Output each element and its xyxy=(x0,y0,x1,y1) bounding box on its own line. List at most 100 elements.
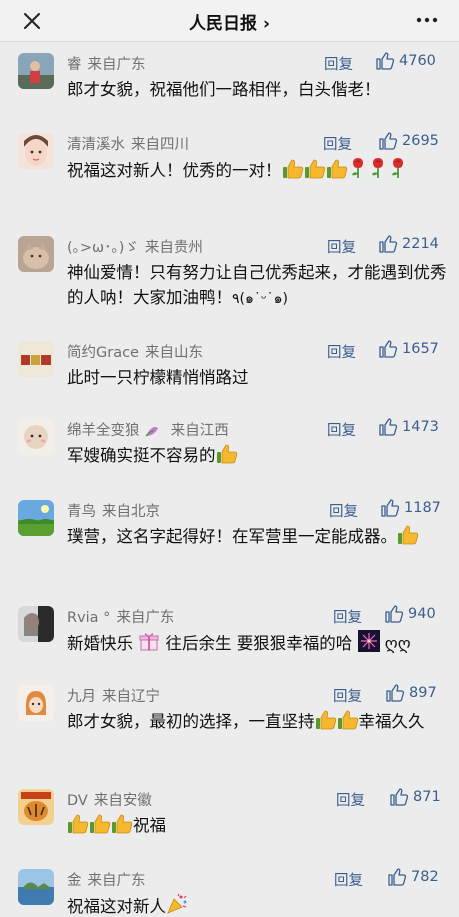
username[interactable]: 睿 xyxy=(67,57,82,73)
reply-button[interactable]: 回复 xyxy=(334,869,363,890)
thumbs-up-icon xyxy=(379,418,398,436)
thumbs-up-icon xyxy=(385,605,404,623)
thumbs-up-icon xyxy=(216,444,237,464)
rose-icon xyxy=(351,158,363,178)
reply-button[interactable]: 回复 xyxy=(333,685,362,706)
avatar[interactable] xyxy=(18,685,54,721)
avatar[interactable] xyxy=(18,869,54,905)
top-bar: 人民日报 › xyxy=(0,0,459,42)
location: 来自山东 xyxy=(144,345,203,361)
thumbs-up-icon xyxy=(379,235,398,253)
comment-text: 军嫂确实挺不容易的 xyxy=(67,443,447,468)
avatar[interactable] xyxy=(18,133,54,169)
username[interactable]: (｡>ω･｡)ゞ xyxy=(67,240,139,256)
like-count: 2214 xyxy=(402,236,439,252)
like-count: 940 xyxy=(408,606,436,622)
comment-text: 神仙爱情！只有努力让自己优秀起来，才能遇到优秀的人呐！大家加油鸭！٩(๑˙ᵕ˙๑… xyxy=(67,263,447,307)
comment-text: 祝福这对新人 xyxy=(67,893,447,917)
avatar[interactable] xyxy=(18,341,54,377)
bud-icon xyxy=(145,427,159,437)
thumbs-up-icon xyxy=(326,159,347,179)
like-count: 1657 xyxy=(402,341,439,357)
like-count: 2695 xyxy=(402,133,439,149)
comment-text: 此时一只柠檬精悄悄路过 xyxy=(67,368,249,387)
reply-button[interactable]: 回复 xyxy=(323,133,352,154)
thumbs-up-icon xyxy=(90,814,111,834)
username[interactable]: DV xyxy=(67,793,88,809)
comment-item: 清清溪水 来自四川 回复 2695 祝福这对新人！优秀的一对！ xyxy=(0,123,459,226)
reply-button[interactable]: 回复 xyxy=(324,53,353,74)
username[interactable]: 绵羊全变狼 xyxy=(67,423,140,439)
username[interactable]: Rvia ° xyxy=(67,610,110,626)
page-title[interactable]: 人民日报 › xyxy=(0,9,459,34)
thumbs-up-icon xyxy=(68,814,89,834)
location: 来自安徽 xyxy=(93,793,152,809)
comment-item: DV 来自安徽 回复 871 祝福 xyxy=(0,779,459,859)
like-count: 1187 xyxy=(404,500,441,516)
like-count: 4760 xyxy=(399,53,436,69)
avatar[interactable] xyxy=(18,419,54,455)
thumbs-up-icon xyxy=(381,499,400,517)
comment-item: Rvia ° 来自广东 回复 940 新婚快乐 往后余生 要狠狠幸福的哈 ღღ xyxy=(0,596,459,675)
comment-item: 睿来自广东 回复 4760 郎才女貌，祝福他们一路相伴，白头偕老！ xyxy=(0,43,459,123)
location: 来自四川 xyxy=(131,137,189,153)
reply-button[interactable]: 回复 xyxy=(329,500,358,521)
location: 来自广东 xyxy=(87,873,146,889)
like-count: 871 xyxy=(413,789,441,805)
thumbs-up-icon xyxy=(112,814,133,834)
thumbs-up-icon xyxy=(386,684,405,702)
comment-item: 绵羊全变狼 来自江西 回复 1473 军嫂确实挺不容易的 xyxy=(0,409,459,490)
thumbs-up-icon xyxy=(376,52,395,70)
comment-item: 金来自广东 回复 782 祝福这对新人 xyxy=(0,859,459,917)
username[interactable]: 清清溪水 xyxy=(67,137,125,153)
comment-text: 璞营，这名字起得好！在军营里一定能成器。 xyxy=(67,524,447,549)
reply-button[interactable]: 回复 xyxy=(327,341,356,362)
thumbs-up-icon xyxy=(379,340,398,358)
location: 来自辽宁 xyxy=(102,689,160,705)
rose-icon xyxy=(371,158,383,178)
location: 来自江西 xyxy=(170,423,229,439)
reply-button[interactable]: 回复 xyxy=(333,606,362,627)
username[interactable]: 金 xyxy=(67,873,82,889)
location: 来自北京 xyxy=(102,504,160,520)
like-count: 1473 xyxy=(402,419,439,435)
thumbs-up-icon xyxy=(388,868,407,886)
party-popper-icon xyxy=(167,893,187,914)
username[interactable]: 简约Grace xyxy=(67,345,139,361)
location: 来自广东 xyxy=(87,57,146,73)
comment-text: 郎才女貌，最初的选择，一直坚持 幸福久久 xyxy=(67,710,425,731)
comment-text: 郎才女貌，祝福他们一路相伴，白头偕老！ xyxy=(67,80,381,99)
thumbs-up-icon xyxy=(379,132,398,150)
username[interactable]: 九月 xyxy=(67,689,96,705)
reply-button[interactable]: 回复 xyxy=(327,419,356,440)
thumbs-up-icon xyxy=(282,159,303,179)
comment-item: 简约Grace 来自山东 回复 1657 此时一只柠檬精悄悄路过 xyxy=(0,331,459,409)
like-count: 782 xyxy=(411,869,439,885)
avatar[interactable] xyxy=(18,789,54,825)
thumbs-up-icon xyxy=(390,788,409,806)
comment-item: 九月 来自辽宁 回复 897 郎才女貌，最初的选择，一直坚持 幸福久久 xyxy=(0,675,459,779)
reply-button[interactable]: 回复 xyxy=(327,236,356,257)
comment-text: 新婚快乐 往后余生 要狠狠幸福的哈 ღღ xyxy=(67,630,447,656)
comment-text: 祝福这对新人！优秀的一对！ xyxy=(67,157,447,183)
more-icon[interactable] xyxy=(413,8,441,32)
comment-item: (｡>ω･｡)ゞ 来自贵州 回复 2214 神仙爱情！只有努力让自己优秀起来，才能… xyxy=(0,226,459,331)
location: 来自广东 xyxy=(116,610,175,626)
avatar[interactable] xyxy=(18,53,54,89)
location: 来自贵州 xyxy=(144,240,203,256)
gift-icon xyxy=(139,633,159,651)
comment-item: 青鸟 来自北京 回复 1187 璞营，这名字起得好！在军营里一定能成器。 xyxy=(0,490,459,596)
username[interactable]: 青鸟 xyxy=(67,504,96,520)
avatar[interactable] xyxy=(18,500,54,536)
firework-icon xyxy=(357,630,380,652)
avatar[interactable] xyxy=(18,606,54,642)
thumbs-up-icon xyxy=(337,710,358,730)
thumbs-up-icon xyxy=(315,710,336,730)
comment-text: 祝福 xyxy=(67,813,447,838)
avatar[interactable] xyxy=(18,236,54,272)
thumbs-up-icon xyxy=(398,525,419,545)
like-count: 897 xyxy=(409,685,437,701)
thumbs-up-icon xyxy=(304,159,325,179)
rose-icon xyxy=(391,158,403,178)
reply-button[interactable]: 回复 xyxy=(336,789,365,810)
